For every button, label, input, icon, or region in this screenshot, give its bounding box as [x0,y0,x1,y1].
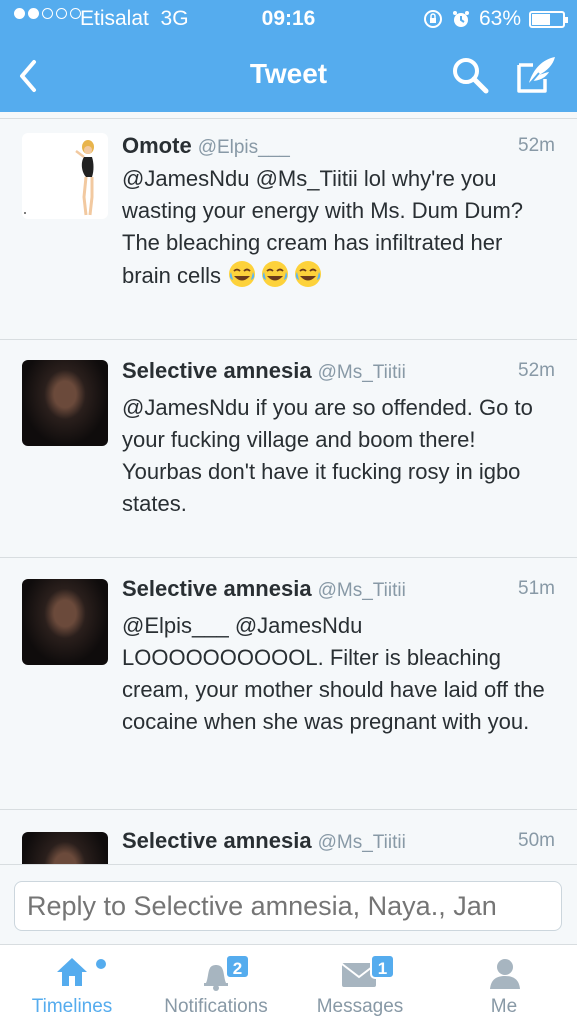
tweet-item[interactable]: Selective amnesia @Ms_Tiitii 51m @Elpis__… [0,557,577,809]
tab-notifications[interactable]: 2 Notifications [150,945,282,1024]
face-with-tears-of-joy-icon [295,261,322,287]
battery-icon [529,10,568,28]
tweet-author-name[interactable]: Selective amnesia [122,828,312,853]
tweet-timestamp: 51m [518,578,555,599]
messages-badge: 1 [370,954,395,979]
reply-input[interactable] [14,881,562,931]
home-icon [57,958,87,986]
notifications-badge: 2 [225,954,250,979]
tweet-text: @JamesNdu if you are so offended. Go to … [122,395,533,516]
tweet-author-name[interactable]: Omote [122,133,192,158]
page-title: Tweet [249,58,328,89]
tweet-timestamp: 50m [518,830,555,851]
top-bar: Etisalat 3G 09:16 63% Tweet [0,0,577,112]
tweet-text-block: @JamesNdu @Ms_Tiitii lol why're you wast… [122,163,547,292]
tweet-text: @Elpis___ @JamesNdu LOOOOOOOOOOL. Filter… [122,613,545,734]
search-icon[interactable] [450,55,490,95]
navigation-bar: Tweet [0,40,577,112]
battery-percent: 63% [478,7,521,30]
tweet-author-handle[interactable]: @Ms_Tiitii [318,832,406,853]
cartoon-figure-avatar[interactable] [22,133,108,219]
tab-label: Me [490,996,518,1017]
tweet-author-name[interactable]: Selective amnesia [122,358,312,383]
tab-label: Notifications [164,996,268,1017]
compose-icon[interactable] [515,55,557,95]
person-icon [490,959,520,989]
alarm-icon [452,11,469,27]
tweet-author-name[interactable]: Selective amnesia [122,576,312,601]
new-content-dot [96,959,106,969]
tab-messages[interactable]: 1 Messages [302,945,418,1024]
face-with-tears-of-joy-icon [262,261,289,287]
tweet-list: Omote @Elpis___ 52m @JamesNdu @Ms_Tiitii … [0,112,577,864]
reply-bar [0,864,577,944]
face-with-tears-of-joy-icon [229,261,256,287]
tweet-item[interactable]: Selective amnesia @Ms_Tiitii 52m @JamesNd… [0,339,577,557]
tab-label: Messages [316,996,404,1017]
tweet-timestamp: 52m [518,360,555,381]
profile-photo-avatar[interactable] [22,832,108,864]
emoji-group [227,261,326,288]
rotation-lock-icon [423,10,442,28]
tweet-item[interactable]: Selective amnesia @Ms_Tiitii 50m [0,809,577,864]
tweet-item[interactable]: Omote @Elpis___ 52m @JamesNdu @Ms_Tiitii … [0,118,577,339]
tweet-author-handle[interactable]: @Elpis___ [198,137,290,158]
tab-me[interactable]: Me [452,945,556,1024]
tweet-author-handle[interactable]: @Ms_Tiitii [318,580,406,601]
profile-photo-avatar[interactable] [22,579,108,665]
tab-timelines[interactable]: Timelines [14,945,130,1024]
tab-label: Timelines [31,996,113,1017]
tab-bar: Timelines 2 Notifications 1 Messages Me [0,944,577,1024]
status-bar: Etisalat 3G 09:16 63% [0,0,577,40]
tweet-timestamp: 52m [518,135,555,156]
tweet-author-handle[interactable]: @Ms_Tiitii [318,362,406,383]
profile-photo-avatar[interactable] [22,360,108,446]
